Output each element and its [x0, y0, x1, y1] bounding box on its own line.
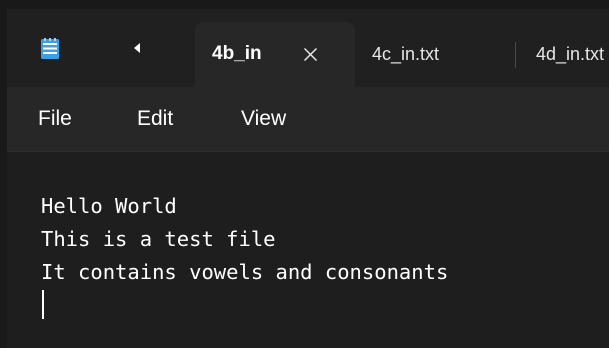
editor-content[interactable]: Hello World This is a test file It conta… [41, 190, 448, 289]
tab-4c-in[interactable]: 4c_in.txt [355, 22, 515, 87]
scroll-tabs-left-button[interactable] [130, 40, 144, 56]
notepad-window: 4b_in 4c_in.txt 4d_in.txt File Edit View… [0, 0, 609, 348]
tab-label: 4d_in.txt [536, 44, 605, 64]
close-icon [303, 47, 317, 61]
text-caret [42, 290, 44, 319]
tab-label: 4b_in [212, 43, 262, 64]
tab-label: 4c_in.txt [372, 44, 440, 64]
notepad-icon [41, 38, 59, 59]
text-editor-area[interactable]: Hello World This is a test file It conta… [7, 151, 609, 348]
menu-bar: File Edit View [7, 87, 609, 151]
menu-edit[interactable]: Edit [137, 106, 173, 132]
menu-view[interactable]: View [241, 106, 286, 132]
triangle-left-icon [134, 43, 140, 53]
tab-bar: 4b_in 4c_in.txt 4d_in.txt [7, 9, 609, 87]
tab-4b-in[interactable]: 4b_in [195, 22, 355, 87]
menu-file[interactable]: File [38, 106, 72, 132]
tab-4d-in[interactable]: 4d_in.txt [515, 22, 609, 87]
close-tab-button[interactable] [298, 42, 322, 66]
